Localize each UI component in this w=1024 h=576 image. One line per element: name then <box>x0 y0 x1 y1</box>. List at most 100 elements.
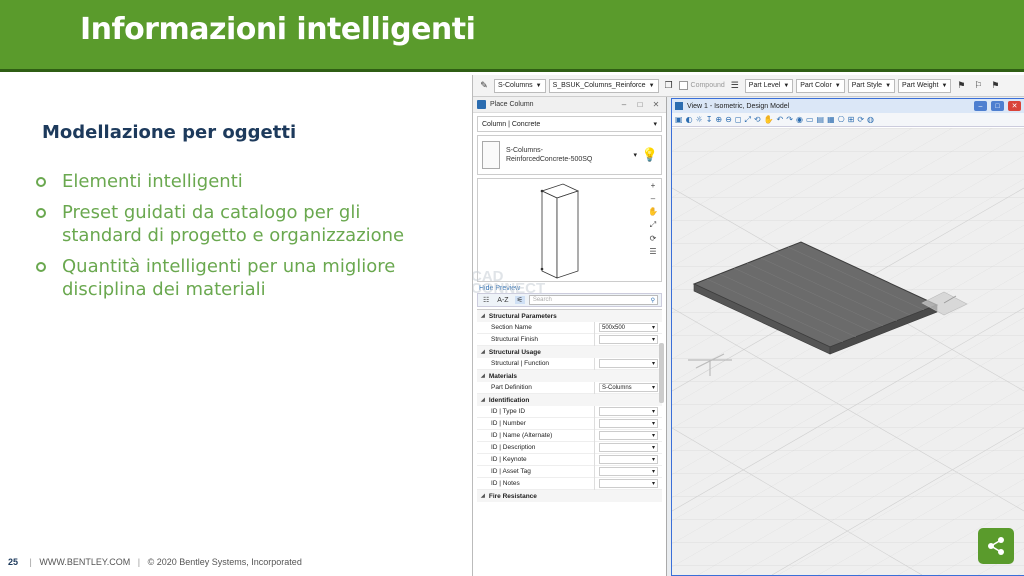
zoom-in-icon[interactable]: ⊕ <box>715 115 722 124</box>
clip-volume-icon[interactable]: ▭ <box>806 115 814 124</box>
rotate-icon[interactable]: ⟳ <box>650 234 657 243</box>
chevron-down-icon: ▼ <box>941 82 948 89</box>
fit-view-icon[interactable]: ⤢ <box>744 115 750 125</box>
fit-view-icon[interactable]: ⤢ <box>650 220 656 230</box>
section-header[interactable]: ◢ Structural Usage <box>477 346 662 358</box>
pan-hand-icon[interactable]: ✋ <box>648 207 658 216</box>
minimize-button[interactable]: – <box>974 101 987 111</box>
level-dropdown[interactable]: Part Level ▼ <box>744 78 794 93</box>
update-view-icon[interactable]: ↧ <box>706 115 713 124</box>
view-next-icon[interactable]: ↷ <box>786 115 793 124</box>
placement-tool-icon[interactable]: ⚑ <box>954 79 968 93</box>
zoom-out-icon[interactable]: – <box>651 194 655 203</box>
collapse-triangle-icon: ◢ <box>481 493 485 499</box>
render-icon[interactable]: ◍ <box>867 115 874 124</box>
lighting-icon[interactable]: ☼ <box>696 115 703 124</box>
category-dropdown[interactable]: Column | Concrete ▾ <box>477 116 662 132</box>
properties-grid: ◢ Structural Parameters Section Name 500x… <box>477 309 662 502</box>
view-attributes-icon[interactable]: ▣ <box>675 115 683 124</box>
property-value-dropdown[interactable]: ▾ <box>599 467 658 476</box>
weight-dropdown[interactable]: Part Weight ▼ <box>898 78 952 93</box>
attribute-toolbar: ✎ S-Columns ▼ S_BSUK_Columns_Reinforce ▼ ❐… <box>473 75 1024 97</box>
properties-search-input[interactable]: Search ⚲ <box>528 295 658 305</box>
view-rotation-icon[interactable]: ⎔ <box>838 115 845 124</box>
property-value-dropdown[interactable]: 500x500 ▾ <box>599 323 658 332</box>
sync-icon[interactable]: ⟳ <box>857 115 864 124</box>
chevron-down-icon: ▼ <box>885 82 892 89</box>
zoom-out-icon[interactable]: ⊖ <box>725 115 732 124</box>
display-style-icon[interactable]: ◐ <box>686 115 693 124</box>
column-thumbnail <box>482 141 500 169</box>
property-value-dropdown[interactable]: ▾ <box>599 455 658 464</box>
title-bar: Informazioni intelligenti <box>0 0 1024 72</box>
section-header[interactable]: ◢ Fire Resistance <box>477 490 662 502</box>
chevron-down-icon: ▾ <box>651 385 655 391</box>
property-value-dropdown[interactable]: ▾ <box>599 335 658 344</box>
property-label: ID | Notes <box>477 477 595 490</box>
property-value-dropdown[interactable]: ▾ <box>599 407 658 416</box>
saved-view-icon[interactable]: ⊞ <box>848 115 855 124</box>
property-row: ID | Type ID ▾ <box>477 405 662 418</box>
sort-az-button[interactable]: A-Z <box>495 297 510 304</box>
view-previous-icon[interactable]: ↶ <box>777 115 784 124</box>
rotate-view-icon[interactable]: ⟲ <box>754 115 761 124</box>
property-row: Structural Finish ▾ <box>477 333 662 346</box>
bullet-circle-icon <box>36 208 46 218</box>
property-label: Section Name <box>477 321 595 334</box>
property-value-dropdown[interactable]: ▾ <box>599 443 658 452</box>
maximize-button[interactable]: □ <box>991 101 1004 111</box>
property-label: ID | Number <box>477 417 595 430</box>
section-header[interactable]: ◢ Structural Parameters <box>477 310 662 322</box>
pan-view-icon[interactable]: ✋ <box>764 115 774 124</box>
design-canvas[interactable] <box>672 128 1024 575</box>
chevron-down-icon: ▼ <box>535 82 542 89</box>
style-dropdown[interactable]: Part Style ▼ <box>847 78 896 93</box>
bullet-circle-icon <box>36 262 46 272</box>
section-header[interactable]: ◢ Materials <box>477 370 662 382</box>
part-dropdown[interactable]: S_BSUK_Columns_Reinforce ▼ <box>548 78 659 93</box>
footer-website[interactable]: WWW.BENTLEY.COM <box>39 557 130 567</box>
lightbulb-icon[interactable]: 💡 <box>642 146 658 164</box>
line-weight-icon[interactable]: ☰ <box>728 79 742 93</box>
chevron-down-icon: ▾ <box>633 152 637 159</box>
compound-checkbox[interactable] <box>678 81 688 90</box>
collapse-triangle-icon: ◢ <box>481 373 485 379</box>
family-dropdown[interactable]: S-Columns ▼ <box>494 78 546 93</box>
minimize-icon[interactable]: – <box>618 100 630 109</box>
pin-icon[interactable]: ✎ <box>477 79 491 93</box>
close-button[interactable]: ✕ <box>1008 101 1021 111</box>
close-icon[interactable]: ✕ <box>650 100 662 109</box>
window-area-icon[interactable]: ◻ <box>735 115 742 124</box>
view-window: View 1 - Isometric, Design Model – □ ✕ ▣… <box>671 98 1024 576</box>
page-number: 25 <box>8 557 19 567</box>
property-value-dropdown[interactable]: S-Columns ▾ <box>599 383 658 392</box>
placement-tool-icon[interactable]: ⚐ <box>971 79 985 93</box>
share-button[interactable] <box>978 528 1014 564</box>
zoom-in-icon[interactable]: + <box>651 181 656 190</box>
color-dropdown[interactable]: Part Color ▼ <box>796 78 845 93</box>
property-value-dropdown[interactable]: ▾ <box>599 359 658 368</box>
camera-icon[interactable]: ◉ <box>796 115 803 124</box>
item-selector[interactable]: S-Columns- ReinforcedConcrete-500SQ ▾ 💡 <box>477 135 662 175</box>
render-mode-icon[interactable]: ☰ <box>649 247 656 256</box>
categorized-view-icon[interactable]: ⚟ <box>514 296 525 304</box>
copy-icon[interactable]: ❐ <box>662 79 676 93</box>
properties-scrollbar[interactable] <box>659 343 664 403</box>
placement-tool-icon[interactable]: ⚑ <box>988 79 1002 93</box>
bullet-circle-icon <box>36 177 46 187</box>
property-value-dropdown[interactable]: ▾ <box>599 479 658 488</box>
property-label: ID | Type ID <box>477 405 595 418</box>
property-value-dropdown[interactable]: ▾ <box>599 419 658 428</box>
section-header[interactable]: ◢ Identification <box>477 394 662 406</box>
chevron-down-icon: ▾ <box>651 445 655 451</box>
column-preview: + – ✋ ⤢ ⟳ ☰ <box>477 178 662 282</box>
maximize-icon[interactable]: □ <box>634 100 646 109</box>
compound-label: Compound <box>690 82 725 89</box>
section-icon[interactable]: ▤ <box>817 115 825 124</box>
toggle-icon[interactable]: ▦ <box>827 115 835 124</box>
view-title: View 1 - Isometric, Design Model <box>687 102 790 110</box>
list-view-icon[interactable]: ☷ <box>481 296 491 304</box>
property-row: ID | Asset Tag ▾ <box>477 465 662 478</box>
isometric-model-drawing <box>672 128 1024 575</box>
property-value-dropdown[interactable]: ▾ <box>599 431 658 440</box>
